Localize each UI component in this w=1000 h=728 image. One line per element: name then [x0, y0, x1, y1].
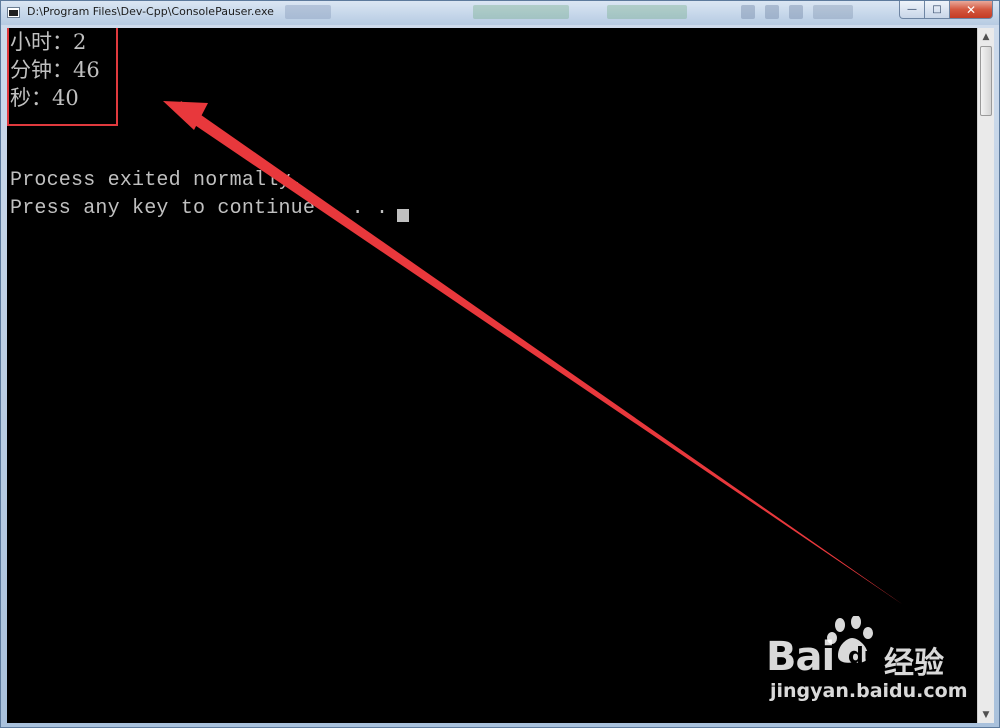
watermark-site: jingyan.baidu.com — [770, 680, 968, 702]
scroll-down-button[interactable]: ▼ — [978, 706, 994, 723]
output-line-press-key: Press any key to continue . . . — [10, 197, 389, 220]
background-ghost-tab — [285, 5, 331, 19]
watermark-brand-du: du — [848, 644, 880, 669]
annotation-highlight-box — [7, 28, 118, 126]
window-controls: — □ ✕ — [899, 1, 993, 20]
window-title: D:\Program Files\Dev-Cpp\ConsolePauser.e… — [27, 5, 274, 18]
background-ghost-icon — [789, 5, 803, 19]
vertical-scrollbar[interactable]: ▲ ▼ — [977, 28, 994, 723]
close-button[interactable]: ✕ — [950, 1, 993, 19]
background-ghost-icon — [765, 5, 779, 19]
text-cursor — [397, 209, 409, 222]
background-ghost-icon — [813, 5, 853, 19]
background-ghost-tab — [607, 5, 687, 19]
watermark-brand-bai: Bai — [766, 634, 835, 680]
output-line-process-exit: Process exited normally. — [10, 169, 303, 192]
background-ghost-tab — [473, 5, 569, 19]
baidu-jingyan-watermark: Bai du 经验 jingyan.baidu.com — [764, 616, 968, 716]
watermark-brand-jingyan: 经验 — [884, 646, 944, 681]
minimize-button[interactable]: — — [899, 1, 925, 19]
title-bar[interactable]: D:\Program Files\Dev-Cpp\ConsolePauser.e… — [1, 1, 999, 25]
scroll-up-button[interactable]: ▲ — [978, 28, 994, 45]
console-app-icon[interactable] — [7, 7, 20, 18]
scroll-thumb[interactable] — [980, 46, 992, 116]
maximize-button[interactable]: □ — [925, 1, 950, 19]
background-ghost-icon — [741, 5, 755, 19]
